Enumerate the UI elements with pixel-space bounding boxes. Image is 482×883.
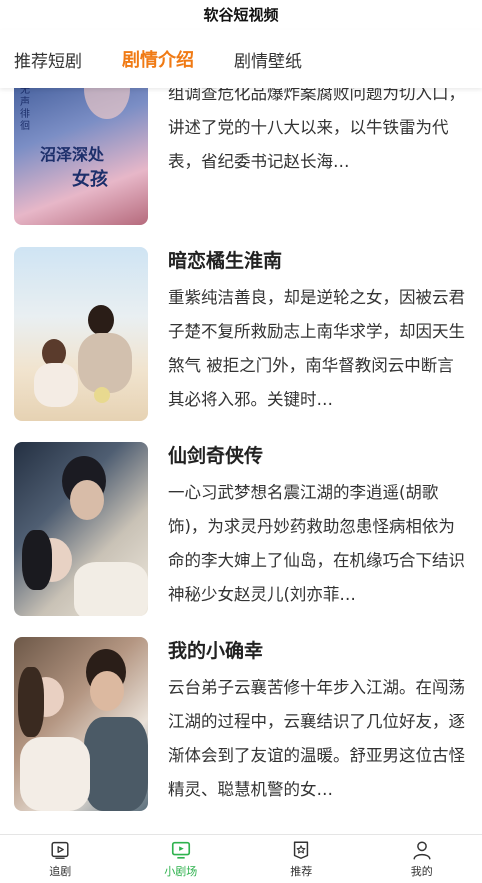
drama-poster[interactable]: [14, 247, 148, 421]
drama-poster[interactable]: [14, 442, 148, 616]
nav-item-recommend[interactable]: 推荐: [241, 835, 362, 883]
nav-label: 推荐: [290, 865, 313, 878]
tab-plot-wallpaper[interactable]: 剧情壁纸: [234, 47, 302, 72]
drama-info: 该剧以东江市纪委书记牛铁雷奉命率专案组调查危化品爆炸案腐败问题为切入口，讲述了党…: [168, 88, 468, 179]
nav-item-mini-theater[interactable]: 小剧场: [121, 835, 242, 883]
star-badge-icon: [294, 841, 309, 859]
drama-info: 暗恋橘生淮南 重紫纯洁善良，却是逆轮之女，因被云君子楚不复所救励志上南华求学，却…: [168, 247, 468, 417]
drama-description: 云台弟子云襄苦修十年步入江湖。在闯荡江湖的过程中，云襄结识了几位好友，逐渐体会到…: [168, 678, 465, 799]
drama-list: 中寂寞无声徘徊 沼泽深处 女孩 该剧以东江市纪委书记牛铁雷奉命率专案组调查危化品…: [0, 88, 482, 814]
tab-recommended-dramas[interactable]: 推荐短剧: [14, 47, 82, 72]
nav-item-mine[interactable]: 我的: [362, 835, 482, 883]
poster-title-b: 女孩: [72, 169, 108, 190]
drama-title: 仙剑奇侠传: [168, 445, 264, 467]
app-title: 软谷短视频: [0, 0, 482, 30]
list-item[interactable]: 中寂寞无声徘徊 沼泽深处 女孩 该剧以东江市纪委书记牛铁雷奉命率专案组调查危化品…: [0, 88, 482, 229]
nav-label: 我的: [410, 865, 433, 878]
tab-plot-intro[interactable]: 剧情介绍: [122, 46, 194, 72]
drama-list-viewport[interactable]: 中寂寞无声徘徊 沼泽深处 女孩 该剧以东江市纪委书记牛铁雷奉命率专案组调查危化品…: [0, 88, 482, 834]
drama-title: 暗恋橘生淮南: [168, 250, 283, 272]
drama-info: 仙剑奇侠传 一心习武梦想名震江湖的李逍遥(胡歌 饰)，为求灵丹妙药救助忽患怪病相…: [168, 442, 468, 612]
drama-info: 我的小确幸 云台弟子云襄苦修十年步入江湖。在闯荡江湖的过程中，云襄结识了几位好友…: [168, 637, 468, 807]
drama-poster[interactable]: [14, 637, 148, 811]
tv-icon: [171, 841, 190, 859]
list-item[interactable]: 仙剑奇侠传 一心习武梦想名震江湖的李逍遥(胡歌 饰)，为求灵丹妙药救助忽患怪病相…: [0, 424, 482, 619]
user-icon: [413, 841, 431, 860]
nav-label: 追剧: [49, 865, 72, 878]
list-item[interactable]: 暗恋橘生淮南 重紫纯洁善良，却是逆轮之女，因被云君子楚不复所救励志上南华求学，却…: [0, 229, 482, 424]
poster-title-a: 沼泽深处: [40, 145, 105, 164]
bottom-nav: 追剧 小剧场 推荐 我的: [0, 834, 482, 883]
play-square-icon: [51, 841, 69, 859]
nav-label: 小剧场: [164, 865, 198, 878]
top-tabs: 推荐短剧 剧情介绍 剧情壁纸: [0, 30, 482, 88]
poster-vertical-text: 中寂寞无声徘徊: [20, 88, 30, 132]
drama-description: 一心习武梦想名震江湖的李逍遥(胡歌 饰)，为求灵丹妙药救助忽患怪病相依为命的李大…: [168, 483, 465, 604]
drama-title: 我的小确幸: [168, 640, 264, 662]
drama-poster[interactable]: 中寂寞无声徘徊 沼泽深处 女孩: [14, 88, 148, 225]
drama-description: 重紫纯洁善良，却是逆轮之女，因被云君子楚不复所救励志上南华求学，却因天生煞气 被…: [168, 288, 465, 409]
list-item[interactable]: 我的小确幸 云台弟子云襄苦修十年步入江湖。在闯荡江湖的过程中，云襄结识了几位好友…: [0, 619, 482, 814]
drama-description: 该剧以东江市纪委书记牛铁雷奉命率专案组调查危化品爆炸案腐败问题为切入口，讲述了党…: [168, 88, 465, 171]
nav-item-follow[interactable]: 追剧: [0, 835, 121, 883]
